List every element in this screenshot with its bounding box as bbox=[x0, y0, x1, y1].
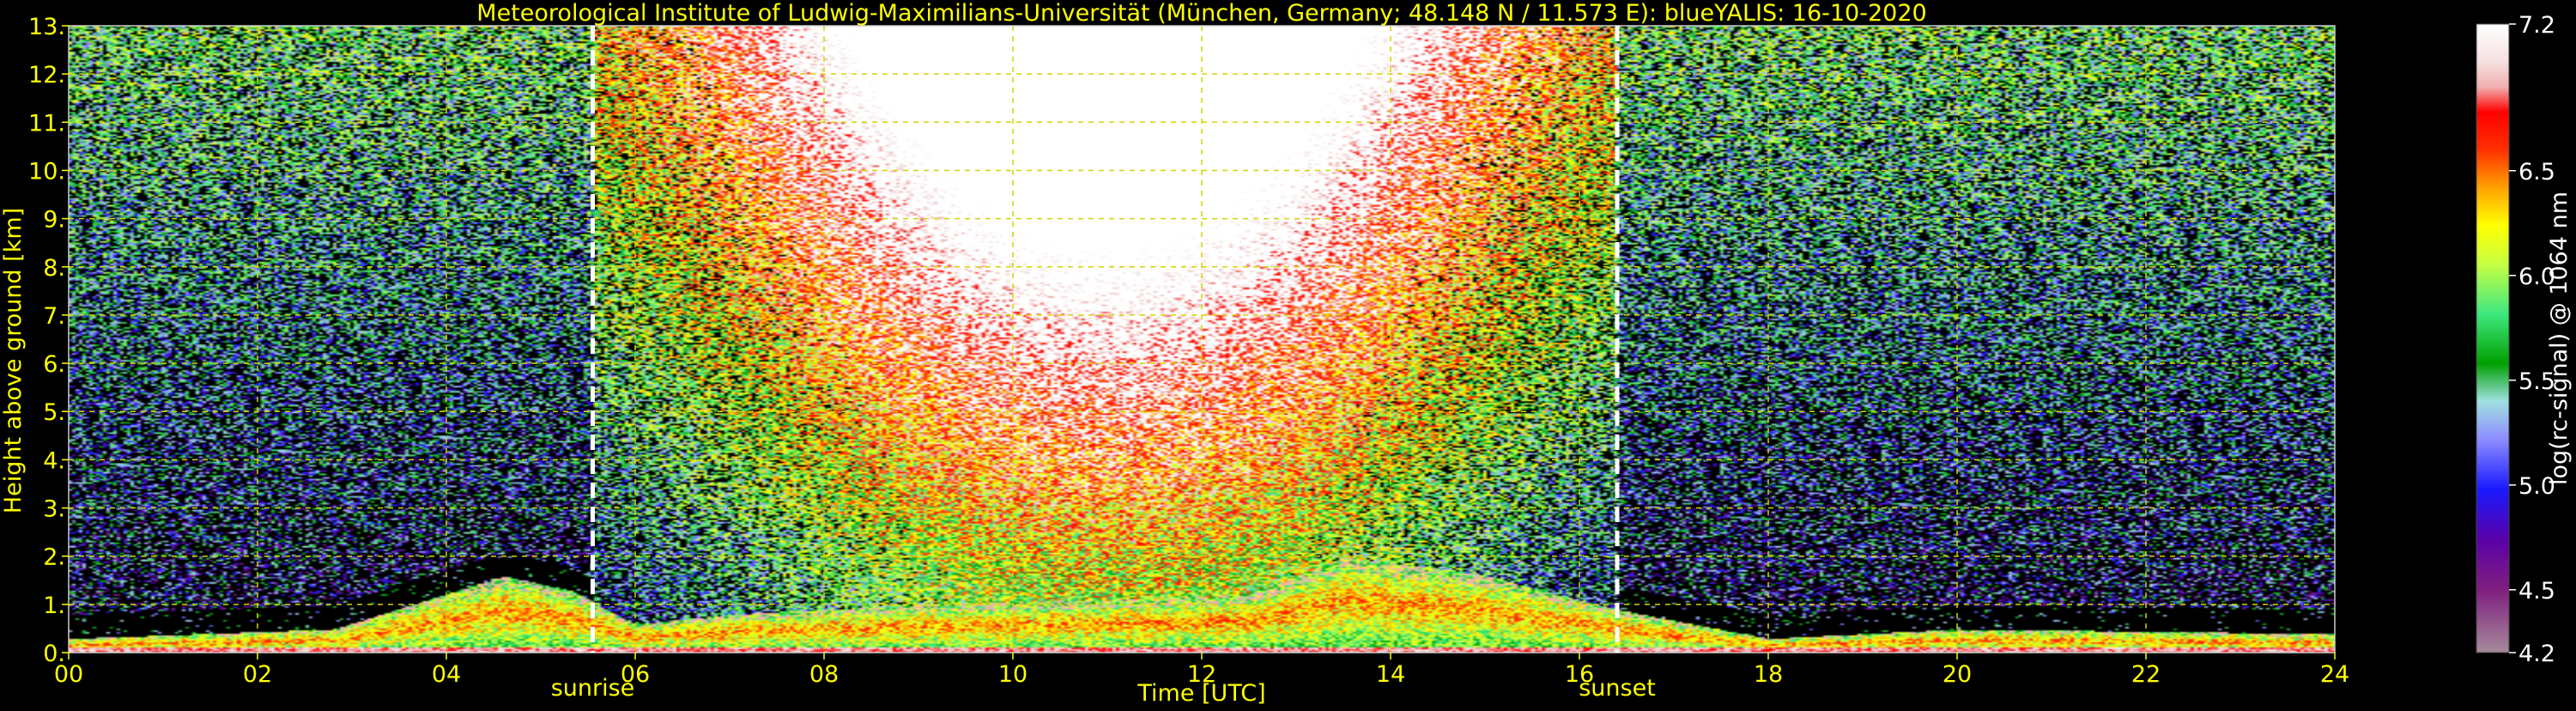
y-tick-label: 13. bbox=[28, 14, 65, 40]
x-tick-label: 10 bbox=[998, 661, 1027, 688]
y-tick-label: 7. bbox=[43, 303, 65, 330]
y-tick-label: 10. bbox=[28, 158, 65, 185]
colorbar-tick-label: 4.2 bbox=[2518, 641, 2555, 667]
lidar-quicklook-chart: Meteorological Institute of Ludwig-Maxim… bbox=[0, 0, 2576, 708]
x-tick-label: 20 bbox=[1943, 661, 1972, 688]
colorbar-tick-label: 4.5 bbox=[2518, 578, 2555, 605]
x-axis-label: Time [UTC] bbox=[1136, 680, 1265, 707]
x-tick-label: 14 bbox=[1376, 661, 1405, 688]
colorbar-label: log(rc-signal) @ 1064 nm bbox=[2546, 191, 2573, 485]
x-tick-label: 04 bbox=[432, 661, 461, 688]
colorbar: 4.24.55.05.56.06.57.2 log(rc-signal) @ 1… bbox=[2476, 12, 2573, 667]
y-axis: 0. 1. 2. 3. 4. 5. 6. 7. 8. 9. 10. 11. 12. 13. bbox=[28, 14, 69, 667]
x-tick-label: 02 bbox=[243, 661, 272, 688]
y-tick-label: 2. bbox=[43, 544, 65, 571]
y-tick-label: 11. bbox=[28, 110, 65, 137]
x-tick-label: 24 bbox=[2320, 661, 2349, 688]
y-tick-label: 12. bbox=[28, 62, 65, 88]
y-tick-label: 9. bbox=[43, 207, 65, 234]
x-tick-label: 08 bbox=[809, 661, 839, 688]
y-tick-label: 3. bbox=[43, 496, 65, 523]
colorbar-tick-label: 7.2 bbox=[2518, 12, 2555, 39]
chart-svg: Meteorological Institute of Ludwig-Maxim… bbox=[0, 0, 2573, 707]
y-axis-label: Height above ground [km] bbox=[0, 208, 27, 514]
colorbar-strip bbox=[2476, 23, 2510, 653]
x-tick-label: 22 bbox=[2131, 661, 2161, 688]
y-tick-label: 4. bbox=[43, 447, 65, 474]
sunrise-label: sunrise bbox=[551, 675, 635, 702]
y-tick-label: 5. bbox=[43, 399, 65, 426]
y-tick-label: 1. bbox=[43, 592, 65, 619]
x-tick-label: 18 bbox=[1754, 661, 1783, 688]
y-tick-label: 0. bbox=[43, 641, 65, 667]
colorbar-tick-label: 6.5 bbox=[2518, 159, 2555, 185]
chart-title: Meteorological Institute of Ludwig-Maxim… bbox=[476, 0, 1926, 27]
y-tick-label: 6. bbox=[43, 351, 65, 378]
sunset-label: sunset bbox=[1579, 675, 1656, 702]
plot-area bbox=[68, 25, 2336, 653]
y-tick-label: 8. bbox=[43, 255, 65, 282]
